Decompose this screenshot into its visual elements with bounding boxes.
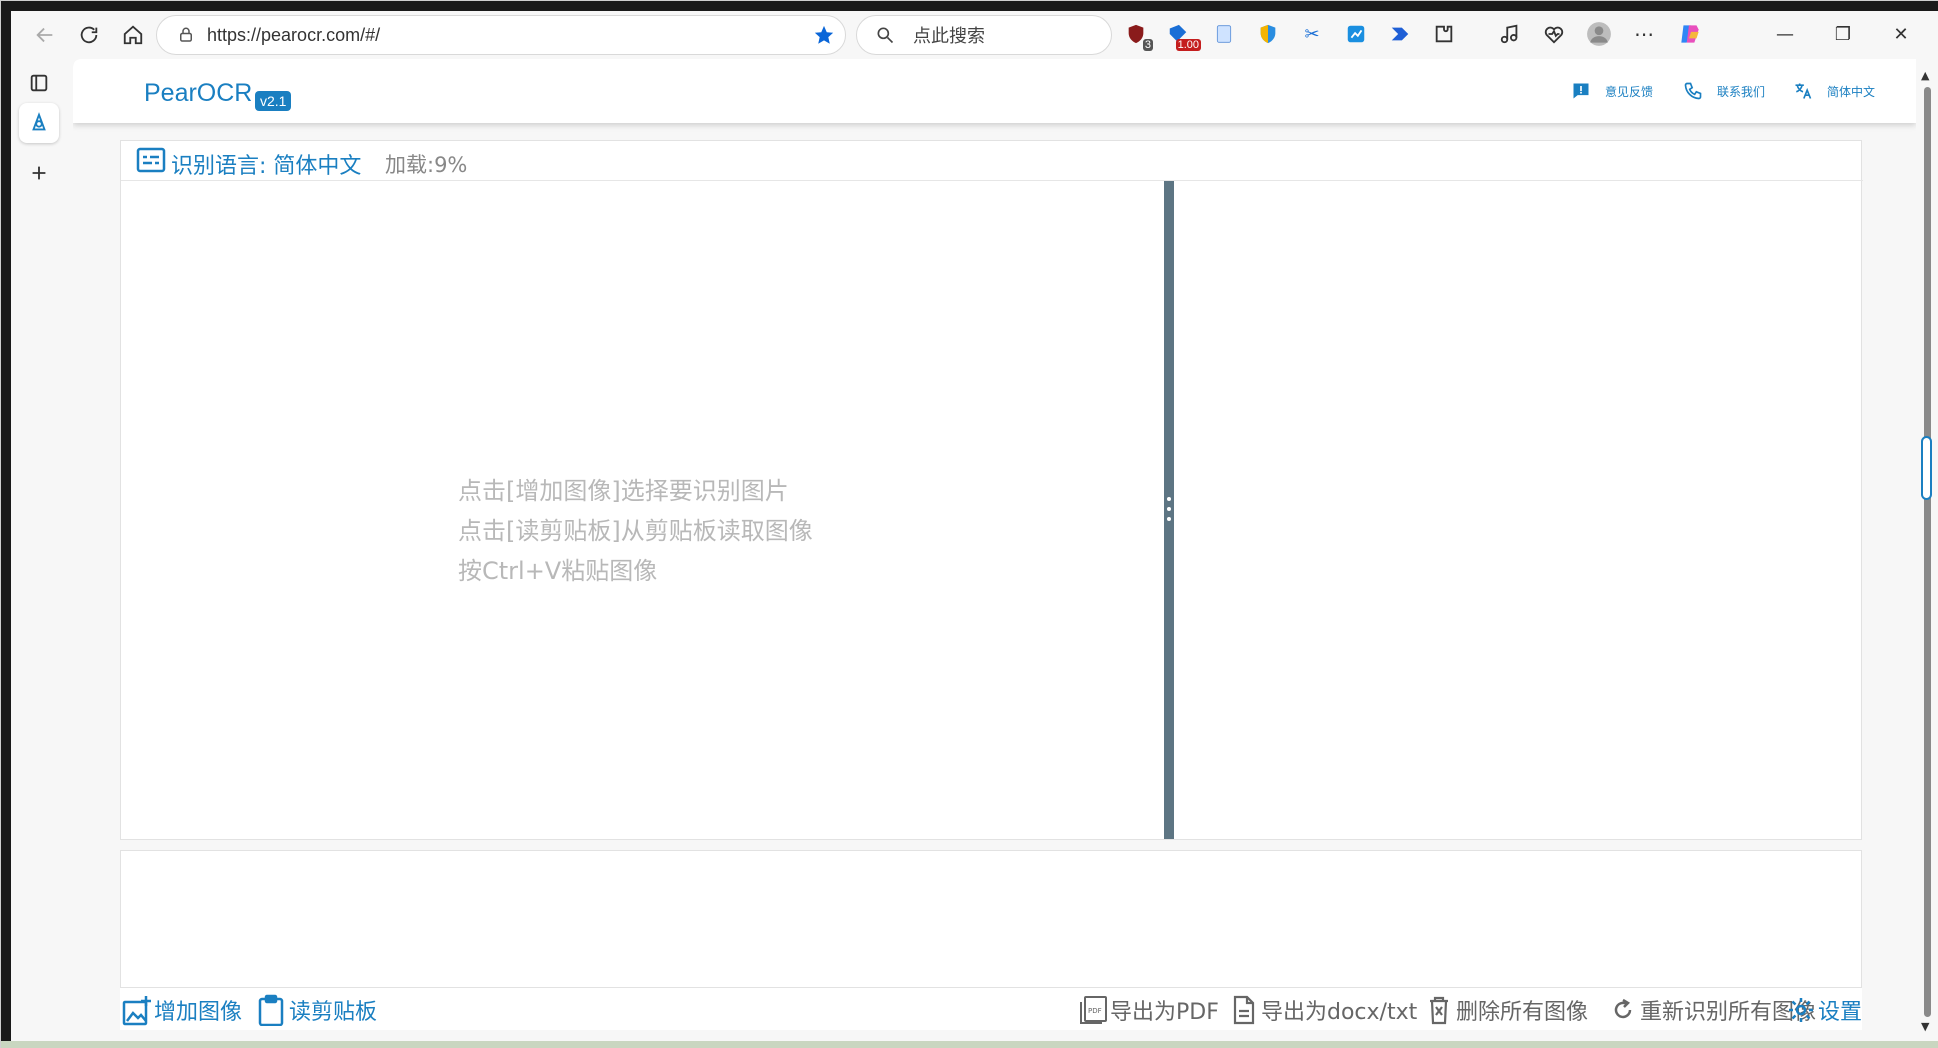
language-switch-label[interactable]: 简体中文 [1827, 83, 1875, 100]
search-icon [877, 27, 894, 44]
export-docx-button[interactable]: 导出为docx/txt [1229, 994, 1417, 1026]
document-icon [1233, 995, 1255, 1025]
feedback-link[interactable]: 意见反馈 [1571, 81, 1653, 101]
refresh-circle-icon [1614, 998, 1632, 1019]
subtitles-icon[interactable] [136, 147, 166, 173]
price-badge: 1.00 [1175, 39, 1201, 51]
chart-extension-icon[interactable] [1341, 19, 1371, 49]
hint-line-add-image: 点击[增加图像]选择要识别图片 [458, 477, 789, 505]
shield-badge: 3 [1142, 39, 1153, 51]
new-tab-plus-icon[interactable] [19, 153, 59, 193]
scroll-track[interactable] [1924, 87, 1931, 1017]
add-image-icon [122, 996, 151, 1026]
translate-icon [1795, 83, 1812, 99]
search-box[interactable]: 点此搜索 [856, 15, 1112, 55]
add-image-label[interactable]: 增加图像 [154, 994, 242, 1026]
app-header: PearOCR v2.1 意见反馈 联系我们 简体中文 [73, 59, 1916, 123]
workspace-header: 识别语言: 简体中文 加载:9% [121, 141, 1863, 181]
export-pdf-label[interactable]: 导出为PDF [1110, 994, 1219, 1026]
price-extension-icon[interactable]: 1.00 [1163, 19, 1201, 51]
settings-label[interactable]: 设置 [1818, 994, 1862, 1026]
more-menu-icon[interactable]: ⋯ [1629, 19, 1659, 49]
add-image-button[interactable]: 增加图像 [122, 994, 242, 1026]
address-url[interactable]: https://pearocr.com/#/ [207, 25, 380, 46]
shield-extension-icon[interactable]: 3 [1121, 19, 1153, 51]
close-window-button[interactable]: ✕ [1881, 19, 1921, 49]
favorite-star-icon[interactable] [813, 24, 835, 46]
trash-icon [1430, 996, 1448, 1025]
lock-icon[interactable] [177, 26, 195, 44]
image-thumbnail-strip[interactable] [120, 850, 1862, 988]
delete-all-button[interactable]: 删除所有图像 [1424, 994, 1588, 1026]
contact-label[interactable]: 联系我们 [1717, 83, 1765, 100]
pearocr-tab-icon[interactable] [19, 103, 59, 143]
scroll-up-arrow-icon[interactable]: ▲ [1921, 69, 1929, 82]
scissors-extension-icon[interactable]: ✂ [1297, 19, 1327, 49]
address-bar[interactable]: https://pearocr.com/#/ [156, 15, 846, 55]
image-drop-pane[interactable]: 点击[增加图像]选择要识别图片 点击[读剪贴板]从剪贴板读取图像 按Ctrl+V… [121, 181, 1164, 839]
scroll-thumb[interactable] [1921, 436, 1932, 500]
puzzle-extensions-icon[interactable] [1429, 19, 1459, 49]
gear-icon [1789, 998, 1813, 1022]
upload-hint: 点击[增加图像]选择要识别图片 点击[读剪贴板]从剪贴板读取图像 按Ctrl+V… [458, 471, 813, 591]
recognition-language-label[interactable]: 识别语言: 简体中文 [171, 148, 361, 180]
tab-actions-icon[interactable] [19, 63, 59, 103]
pane-splitter-handle[interactable] [1164, 181, 1174, 839]
read-clipboard-button[interactable]: 读剪贴板 [257, 994, 377, 1026]
window-top-edge [1, 1, 1938, 11]
performance-heart-icon[interactable] [1539, 19, 1569, 49]
contact-link[interactable]: 联系我们 [1683, 81, 1765, 101]
search-placeholder: 点此搜索 [913, 26, 985, 47]
main-area: 识别语言: 简体中文 加载:9% 点击[增加图像]选择要识别图片 点击[读剪贴板… [73, 123, 1916, 1041]
browser-window: https://pearocr.com/#/ 点此搜索 3 1.00 ✂ ⋯ —… [0, 0, 1938, 1048]
browser-toolbar: https://pearocr.com/#/ 点此搜索 3 1.00 ✂ ⋯ —… [11, 11, 1938, 59]
result-text-pane[interactable] [1174, 181, 1861, 839]
action-bar: 增加图像 读剪贴板 PDF 导出为PDF 导出为docx/txt 删除所有图像 [120, 988, 1862, 1030]
language-switch-link[interactable]: 简体中文 [1793, 81, 1875, 101]
arrow-extension-icon[interactable] [1385, 19, 1415, 49]
refresh-icon[interactable] [73, 19, 105, 51]
window-left-edge [1, 1, 11, 1048]
settings-button[interactable]: 设置 [1786, 994, 1862, 1026]
feedback-label[interactable]: 意见反馈 [1605, 83, 1653, 100]
scroll-down-arrow-icon[interactable]: ▼ [1921, 1020, 1929, 1033]
page-scrollbar[interactable]: ▲ ▼ [1916, 59, 1938, 1041]
phone-icon [1684, 82, 1702, 100]
hint-line-paste: 按Ctrl+V粘贴图像 [458, 557, 658, 585]
browser-side-strip [11, 59, 69, 1048]
export-docx-label[interactable]: 导出为docx/txt [1261, 994, 1417, 1026]
drag-dots-icon [1166, 497, 1172, 521]
back-arrow-icon[interactable] [29, 19, 61, 51]
feedback-icon [1573, 83, 1589, 99]
profile-avatar-icon[interactable] [1584, 19, 1614, 49]
export-pdf-button[interactable]: PDF 导出为PDF [1078, 994, 1219, 1026]
svg-text:PDF: PDF [1088, 1007, 1102, 1015]
pdf-icon: PDF [1080, 996, 1107, 1024]
app-logo[interactable]: PearOCR [144, 79, 252, 108]
shield-color-extension-icon[interactable] [1253, 19, 1283, 49]
restore-button[interactable]: ❐ [1823, 19, 1863, 49]
document-extension-icon[interactable] [1209, 19, 1239, 49]
re-recognize-all-button[interactable]: 重新识别所有图像 [1608, 994, 1816, 1026]
hint-line-clipboard: 点击[读剪贴板]从剪贴板读取图像 [458, 517, 813, 545]
taskbar-edge [1, 1041, 1938, 1048]
clipboard-icon [258, 994, 284, 1026]
loading-progress-label: 加载:9% [385, 153, 468, 177]
copilot-icon[interactable] [1675, 19, 1705, 49]
minimize-button[interactable]: — [1765, 19, 1805, 49]
home-icon[interactable] [117, 19, 149, 51]
ocr-workspace-card: 识别语言: 简体中文 加载:9% 点击[增加图像]选择要识别图片 点击[读剪贴板… [120, 140, 1863, 840]
version-badge: v2.1 [255, 91, 292, 111]
delete-all-label[interactable]: 删除所有图像 [1456, 994, 1588, 1026]
page-viewport: PearOCR v2.1 意见反馈 联系我们 简体中文 识别语言: 简体中文 加… [73, 59, 1916, 1041]
read-clipboard-label[interactable]: 读剪贴板 [289, 994, 377, 1026]
media-control-icon[interactable] [1495, 19, 1525, 49]
